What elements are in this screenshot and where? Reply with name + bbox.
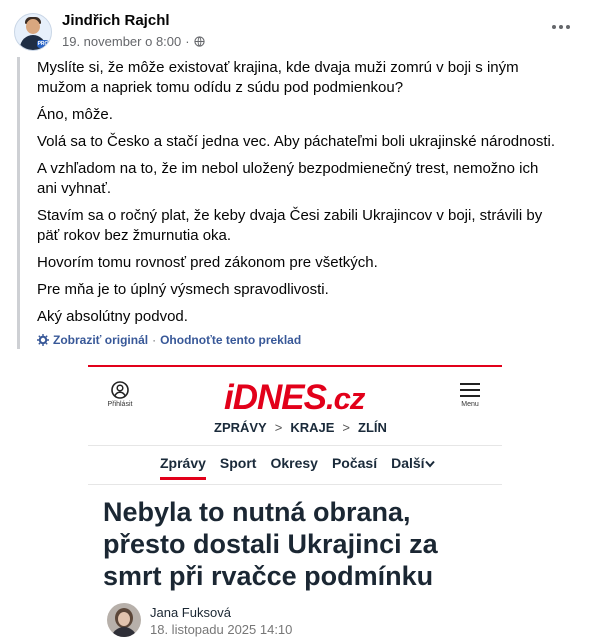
article-top-line [88, 365, 502, 367]
login-label: Přihlásit [107, 401, 133, 408]
shared-article-image[interactable]: Přihlásit iDNES.cz Menu ZPRÁVY > KRAJE >… [88, 365, 502, 637]
login-button[interactable]: Přihlásit [102, 381, 138, 408]
brand-tld: .cz [325, 381, 365, 416]
divider [88, 445, 502, 446]
breadcrumb: ZPRÁVY > KRAJE > ZLÍN [214, 420, 387, 435]
globe-icon [193, 36, 205, 47]
post-timestamp[interactable]: 19. november o 8:00 [62, 34, 181, 49]
menu-label: Menu [461, 401, 479, 408]
nav-item-pocasi[interactable]: Počasí [332, 455, 377, 480]
post-header: PRO Jindřich Rajchl 19. november o 8:00 … [0, 0, 592, 56]
breadcrumb-item[interactable]: ZPRÁVY [214, 420, 267, 435]
chevron-down-icon [424, 460, 435, 468]
meta-separator: · [185, 34, 190, 49]
breadcrumb-separator: > [342, 420, 350, 435]
idnes-logo[interactable]: iDNES.cz [224, 378, 365, 418]
translation-bar: Zobraziť originál · Ohodnoťte tento prek… [37, 333, 301, 347]
post-body: Myslíte si, že môže existovať krajina, k… [37, 58, 557, 334]
author-photo [107, 603, 141, 637]
nav-item-zpravy[interactable]: Zprávy [160, 455, 206, 480]
post-paragraph: Myslíte si, že môže existovať krajina, k… [37, 59, 519, 96]
nav-item-dalsi[interactable]: Další [391, 455, 435, 480]
breadcrumb-item[interactable]: ZLÍN [358, 420, 387, 435]
section-nav: Zprávy Sport Okresy Počasí Další [160, 455, 435, 480]
menu-button[interactable]: Menu [458, 383, 482, 408]
translate-separator: · [152, 333, 157, 347]
brand-main: iDNES [224, 378, 327, 417]
divider [88, 484, 502, 485]
post-paragraph: A vzhľadom na to, že im nebol uložený be… [37, 160, 539, 197]
nav-item-dalsi-label: Další [391, 455, 425, 471]
post-paragraph: Pre mňa je to úplný výsmech spravodlivos… [37, 281, 329, 298]
post-meta: 19. november o 8:00 · [62, 34, 205, 49]
quote-bar [17, 57, 20, 349]
hamburger-menu-icon [460, 389, 480, 391]
rate-translation-link[interactable]: Ohodnoťte tento preklad [160, 333, 301, 347]
article-date: 18. listopadu 2025 14:10 [150, 622, 293, 637]
breadcrumb-item[interactable]: KRAJE [290, 420, 334, 435]
more-dot [552, 25, 556, 29]
translate-gear-icon [37, 334, 49, 346]
author-photo-face [118, 612, 130, 626]
more-dot [559, 25, 563, 29]
more-options-icon[interactable] [544, 12, 578, 42]
hamburger-menu-icon [460, 395, 480, 397]
breadcrumb-separator: > [274, 420, 283, 435]
user-icon [111, 381, 129, 399]
more-dot [566, 25, 570, 29]
article-headline[interactable]: Nebyla to nutná obrana, přesto dostali U… [103, 496, 493, 592]
nav-item-okresy[interactable]: Okresy [270, 455, 317, 480]
hamburger-menu-icon [460, 383, 480, 385]
article-author[interactable]: Jana Fuksová [150, 605, 231, 620]
post-author-name[interactable]: Jindřich Rajchl [62, 12, 170, 29]
post-paragraph: Áno, môže. [37, 106, 113, 123]
post-paragraph: Aký absolútny podvod. [37, 308, 188, 325]
post-paragraph: Hovorím tomu rovnosť pred zákonom pre vš… [37, 254, 378, 271]
post-paragraph: Stavím sa o ročný plat, že keby dvaja Če… [37, 207, 543, 244]
nav-item-sport[interactable]: Sport [220, 455, 257, 480]
author-avatar[interactable]: PRO [14, 13, 52, 51]
show-original-link[interactable]: Zobraziť originál [53, 333, 148, 347]
avatar-face [26, 19, 40, 34]
post-paragraph: Volá sa to Česko a stačí jedna vec. Aby … [37, 133, 555, 150]
avatar-badge: PRO [37, 40, 49, 48]
